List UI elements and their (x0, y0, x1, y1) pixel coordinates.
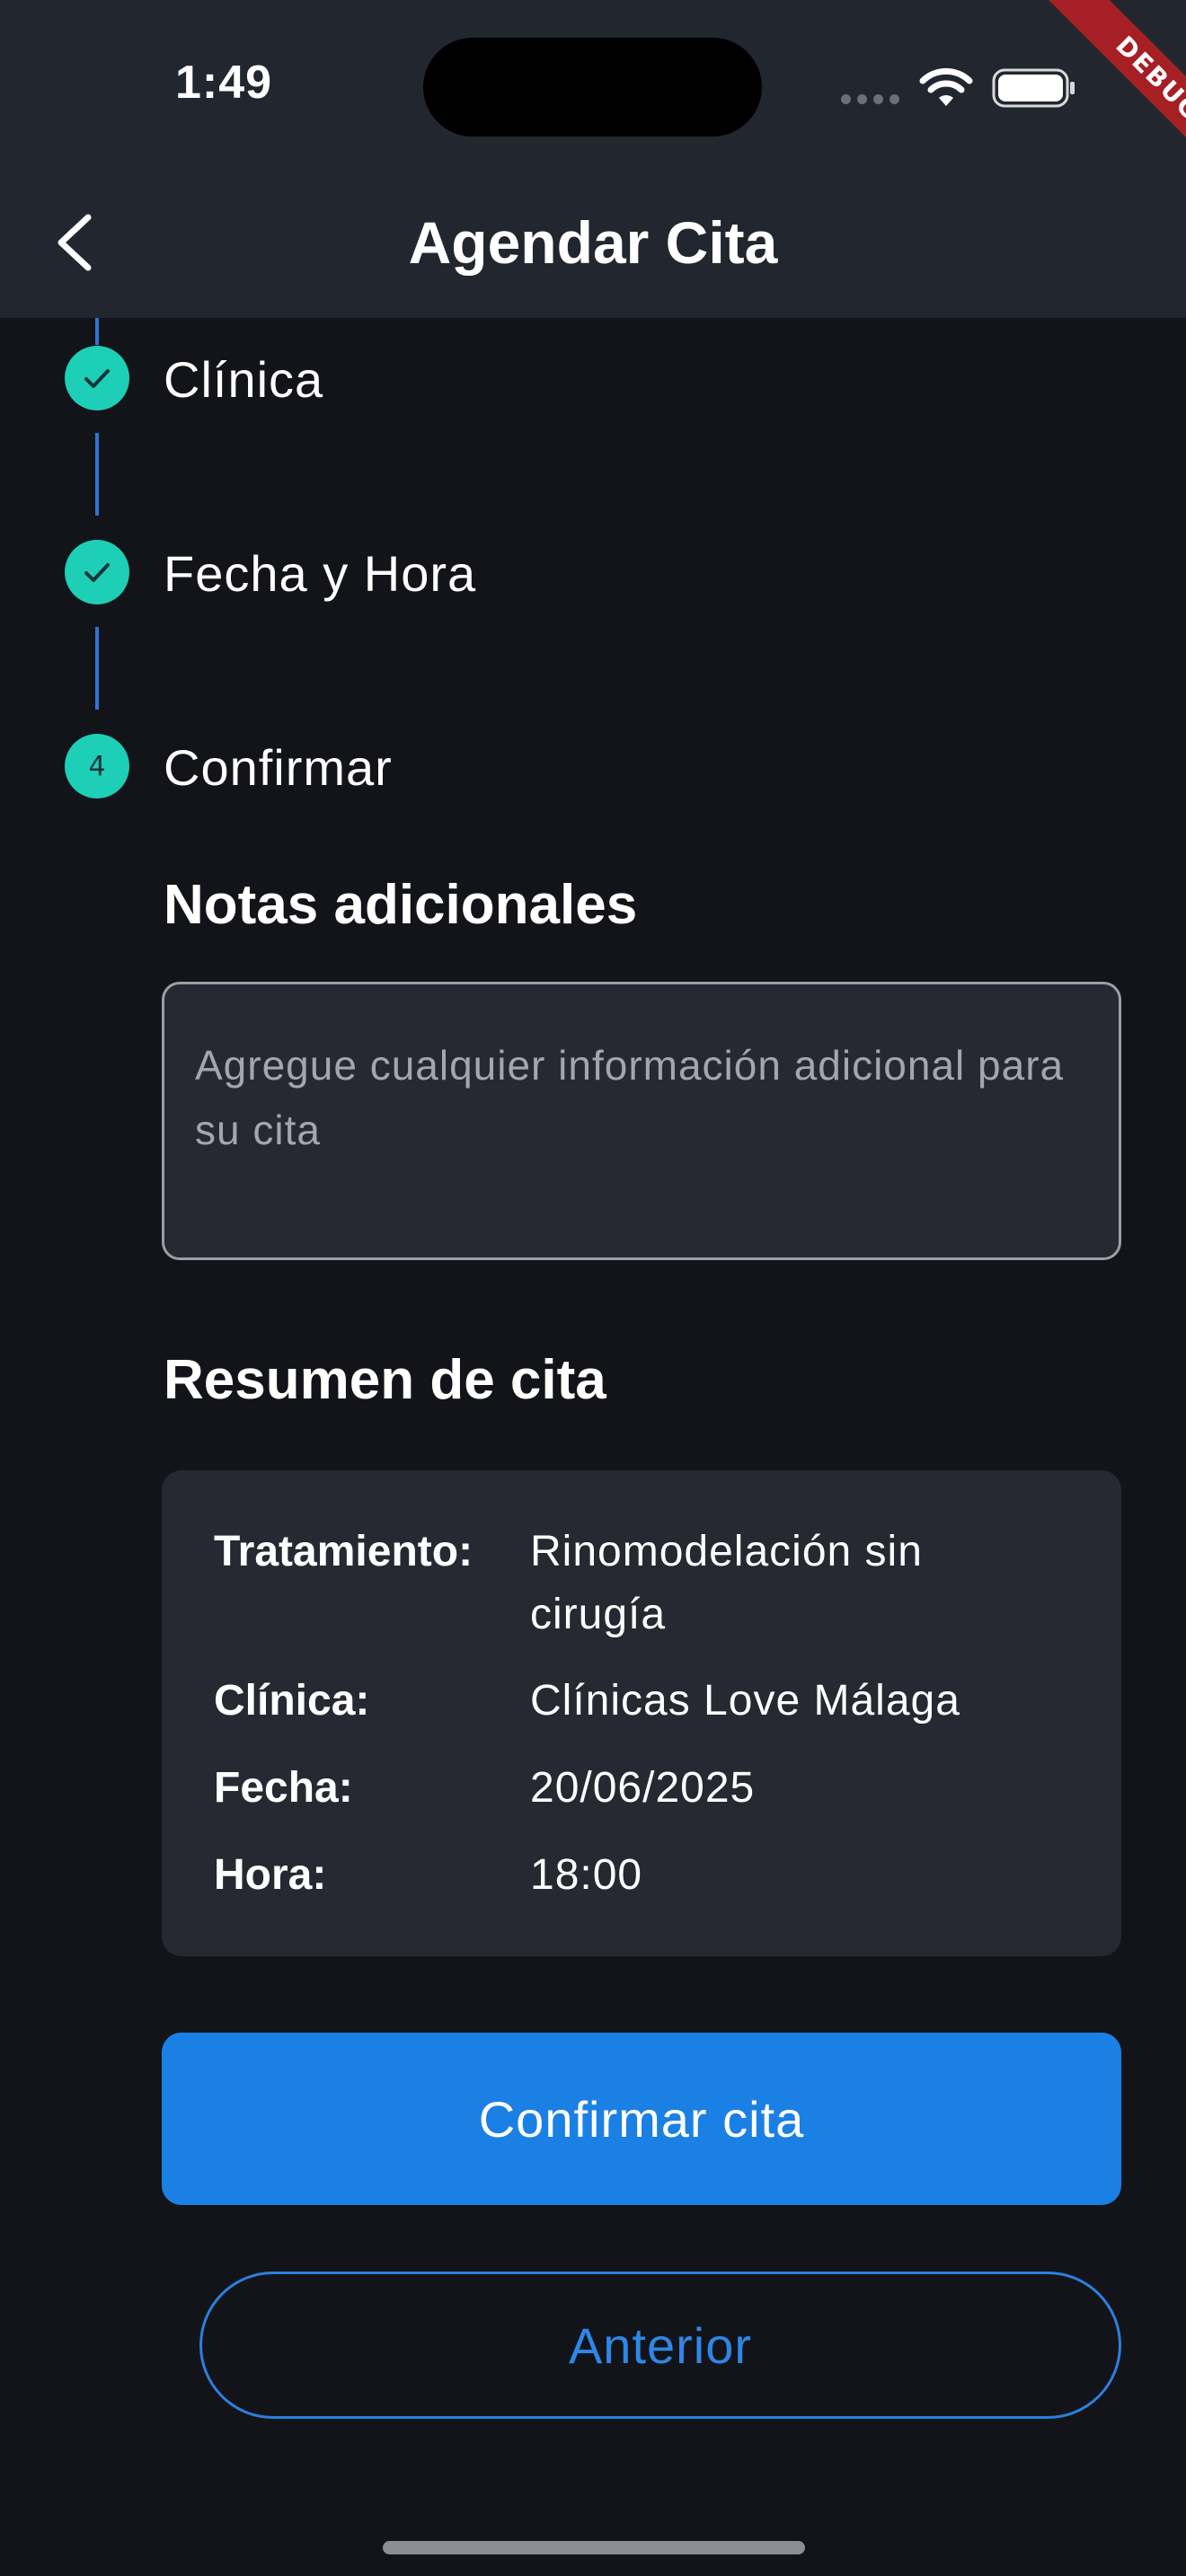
step-label-fecha-hora[interactable]: Fecha y Hora (164, 544, 476, 603)
summary-value-clinica: Clínicas Love Málaga (530, 1677, 960, 1725)
step-connector (95, 433, 99, 516)
cellular-signal-icon (841, 94, 899, 104)
app-bar: 1:49 DEBUG Agendar Cita (0, 0, 1186, 318)
check-icon (84, 563, 110, 582)
home-indicator[interactable] (383, 2541, 805, 2554)
wifi-icon (919, 67, 973, 106)
check-icon (84, 369, 110, 388)
summary-label-hora: Hora: (214, 1851, 327, 1899)
summary-value-hora: 18:00 (530, 1851, 643, 1899)
summary-label-tratamiento: Tratamiento: (214, 1528, 474, 1575)
notes-textarea[interactable]: Agregue cualquier información adicional … (162, 982, 1121, 1260)
step-label-confirmar[interactable]: Confirmar (164, 738, 393, 797)
previous-button[interactable]: Anterior (199, 2272, 1121, 2419)
summary-label-fecha: Fecha: (214, 1764, 353, 1812)
summary-section-title: Resumen de cita (164, 1349, 606, 1411)
step-number: 4 (88, 750, 106, 782)
battery-icon (992, 68, 1075, 108)
step-connector (95, 627, 99, 710)
dynamic-island (423, 38, 762, 137)
summary-value-fecha: 20/06/2025 (530, 1764, 756, 1812)
status-time: 1:49 (175, 57, 273, 109)
summary-value-tratamiento: Rinomodelación sin cirugía (530, 1528, 923, 1638)
summary-label-clinica: Clínica: (214, 1677, 370, 1725)
confirm-appointment-button[interactable]: Confirmar cita (162, 2033, 1121, 2205)
step-connector (95, 318, 99, 345)
notes-section-title: Notas adicionales (164, 874, 638, 936)
step-completed-indicator[interactable] (65, 346, 129, 410)
summary-card: Tratamiento: Rinomodelación sin cirugía … (162, 1470, 1121, 1956)
step-completed-indicator[interactable] (65, 540, 129, 604)
step-active-indicator[interactable]: 4 (65, 734, 129, 798)
step-label-clinica[interactable]: Clínica (164, 350, 323, 409)
page-title: Agendar Cita (408, 209, 778, 276)
notes-placeholder: Agregue cualquier información adicional … (195, 1042, 1065, 1153)
